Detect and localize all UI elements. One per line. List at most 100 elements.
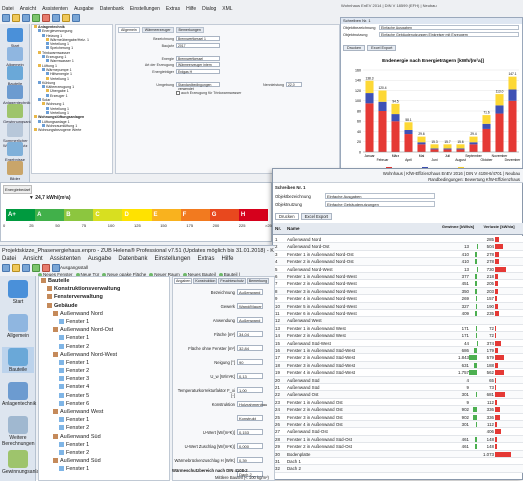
form-field-input[interactable]: 90 xyxy=(237,359,263,365)
sidebar-item[interactable]: Bauteile xyxy=(3,66,27,86)
sidebar-item[interactable]: Anlagentechnik xyxy=(3,85,27,105)
table-row[interactable]: 17Fenster 2 in Außenwand Süd-West1.84357… xyxy=(273,354,523,361)
table-row[interactable]: 20Außenwand Süd465 xyxy=(273,377,523,384)
tree-item[interactable]: Außenwand Nord-West xyxy=(39,351,169,359)
table-tab[interactable]: Excel Export xyxy=(301,213,333,220)
table-row[interactable]: 31Dach 1 xyxy=(273,458,523,465)
sidebar-item[interactable]: Allgemein xyxy=(3,47,27,67)
new-icon[interactable] xyxy=(2,264,10,272)
menu-item[interactable]: Datenbank xyxy=(100,6,124,13)
tree-item[interactable]: Fenster 1 xyxy=(39,334,169,342)
table-row[interactable]: 11Fenster 6 in Außenwand Nord-West409235 xyxy=(273,310,523,317)
tree-item[interactable]: Fenster 2 xyxy=(39,367,169,375)
menu-item[interactable]: Ansicht xyxy=(23,256,43,262)
tree-item[interactable]: Fenster 5 xyxy=(39,392,169,400)
form-tab[interactable]: Allgemein xyxy=(118,27,140,33)
form-tab[interactable]: Angaben xyxy=(174,278,192,284)
add-icon[interactable] xyxy=(32,264,40,272)
print-icon[interactable] xyxy=(52,14,60,22)
print-icon[interactable] xyxy=(52,264,60,272)
table-row[interactable]: 3Fenster 1 in Außenwand Nord-Ost410278 xyxy=(273,251,523,258)
form-field-input[interactable]: Konstrukt xyxy=(237,415,263,421)
tree-item[interactable]: Außenwand Nord xyxy=(39,310,169,318)
sidebar-item[interactable]: Weitere Berechnungen xyxy=(2,415,34,447)
tree-item[interactable]: Fenster 4 xyxy=(39,383,169,391)
form-field-input[interactable]: Brennwertkessel xyxy=(176,56,220,61)
form-field-input[interactable]: 2017 xyxy=(176,43,220,48)
sidebar-item[interactable]: Start xyxy=(3,28,27,48)
menu-item[interactable]: Datei xyxy=(2,256,16,262)
menu-item[interactable]: Hilfe xyxy=(222,256,234,262)
table-row[interactable]: 10Fenster 5 in Außenwand Nord-West327190 xyxy=(273,303,523,310)
form-field-input[interactable]: Standardbedingungen verwendet xyxy=(176,82,220,87)
menu-item[interactable]: Extras xyxy=(197,256,214,262)
add-icon[interactable] xyxy=(32,14,40,22)
tree-item[interactable]: Fenster 2 xyxy=(39,449,169,457)
chart-row-value[interactable]: Einfache Ausgaben xyxy=(379,25,519,30)
menu-item[interactable]: Ansicht xyxy=(20,6,36,13)
tree-item[interactable]: Fenster 1 xyxy=(39,416,169,424)
menu-item[interactable]: Einstellungen xyxy=(154,256,190,262)
table-row[interactable]: 5Außenwand Nord-West13730 xyxy=(273,266,523,273)
form-field-input[interactable]: Außenwand xyxy=(237,317,263,323)
table-header-value[interactable]: Einfache Ausgaben xyxy=(325,193,435,199)
open-folder-icon[interactable] xyxy=(12,14,20,22)
form-field-input[interactable]: Holzrahmenbau xyxy=(237,401,263,407)
table-row[interactable]: 19Fenster 4 in Außenwand Süd-West1.75756… xyxy=(273,369,523,376)
table-row[interactable]: 30Bodenplatte1.073 xyxy=(273,451,523,458)
table-row[interactable]: 7Fenster 2 in Außenwand Nord-West451205 xyxy=(273,280,523,287)
form-field-input[interactable]: 34,04 xyxy=(237,331,263,337)
form-tab[interactable]: Konstruktion xyxy=(193,278,217,284)
form-field-input[interactable]: 0,153 xyxy=(237,429,263,435)
table-row[interactable]: 8Fenster 3 in Außenwand Nord-West350203 xyxy=(273,288,523,295)
table-row[interactable]: 27Außenwand Süd-Ost406 xyxy=(273,428,523,435)
menu-item[interactable]: Dialog xyxy=(202,6,216,13)
tree-item[interactable]: Fensterverwaltung xyxy=(39,293,169,301)
sidebar-item[interactable]: Bilder xyxy=(3,161,27,181)
table-row[interactable]: 21Außenwand Süd973 xyxy=(273,384,523,391)
table-row[interactable]: 12Außenwand West xyxy=(273,317,523,324)
sidebar-item[interactable]: Anlagentechnik xyxy=(2,381,34,407)
tree-item[interactable]: Außenwand Süd xyxy=(39,433,169,441)
open-folder-icon[interactable] xyxy=(12,264,20,272)
table-row[interactable]: 29Fenster 2 in Außenwand Süd-Ost461148 xyxy=(273,443,523,450)
form-tab[interactable]: Feuchteschutz xyxy=(218,278,245,284)
tree-item[interactable]: Bauteile xyxy=(39,277,169,285)
table-row[interactable]: 1Außenwand Nord285 xyxy=(273,236,523,243)
tree-item[interactable]: Fenster 1 xyxy=(39,359,169,367)
form-field-input[interactable]: 0,13 xyxy=(237,373,263,379)
sidebar-item[interactable]: Start xyxy=(2,279,34,305)
sidebar-item[interactable]: Ergebnisse xyxy=(3,142,27,162)
help-icon[interactable] xyxy=(72,14,80,22)
chart-row-value[interactable]: Einfache Gebäudenutzungen Einkreiser mit… xyxy=(379,32,519,37)
tree-item[interactable]: Fenster 1 xyxy=(39,318,169,326)
table-row[interactable]: 15Außenwand Süd-West44374 xyxy=(273,340,523,347)
tree-item[interactable]: Fenster 1 xyxy=(39,465,169,473)
form-field-input[interactable]: 1,00 xyxy=(237,387,263,393)
delete-icon[interactable] xyxy=(42,14,50,22)
save-icon[interactable] xyxy=(22,264,30,272)
tree-item[interactable]: Fenster 1 xyxy=(39,441,169,449)
tree-item[interactable]: Wohnungsbezogene Werte xyxy=(32,128,112,132)
form-field-input[interactable]: Außenwand xyxy=(237,289,263,295)
form-field-input[interactable]: Wärmeerzeuger intern xyxy=(176,62,220,67)
menu-item[interactable]: Datenbank xyxy=(118,256,147,262)
form-field-input[interactable]: 0,39 xyxy=(237,457,263,463)
tree-item[interactable]: Außenwand Süd xyxy=(39,457,169,465)
menu-item[interactable]: Hilfe xyxy=(186,6,196,13)
table-row[interactable]: 25Fenster 3 in Außenwand Ost902336 xyxy=(273,414,523,421)
table-row[interactable]: 22Außenwand Ost301681 xyxy=(273,391,523,398)
menu-item[interactable]: Extras xyxy=(166,6,180,13)
table-row[interactable]: 6Fenster 1 in Außenwand Nord-West377218 xyxy=(273,273,523,280)
menu-item[interactable]: Assistenten xyxy=(42,6,68,13)
calculate-icon[interactable] xyxy=(62,14,70,22)
tree-item[interactable]: Außenwand Nord-Ost xyxy=(39,326,169,334)
menu-item[interactable]: Einstellungen xyxy=(130,6,160,13)
form-tab[interactable]: Bemerkungen xyxy=(176,27,204,33)
checkbox-row[interactable]: auch Erzeugung für Trinkwarmwasser xyxy=(176,91,241,95)
form-tab[interactable]: Wärmeerzeuger xyxy=(142,27,174,33)
sidebar-item[interactable]: Gewinnungsanlagen xyxy=(3,104,27,124)
table-row[interactable]: 23Fenster 1 in Außenwand Ost9112 xyxy=(273,399,523,406)
table-row[interactable]: 9Fenster 4 in Außenwand Nord-West269157 xyxy=(273,295,523,302)
table-header-value[interactable]: Einfache Gebäudenutzungen xyxy=(325,201,435,207)
